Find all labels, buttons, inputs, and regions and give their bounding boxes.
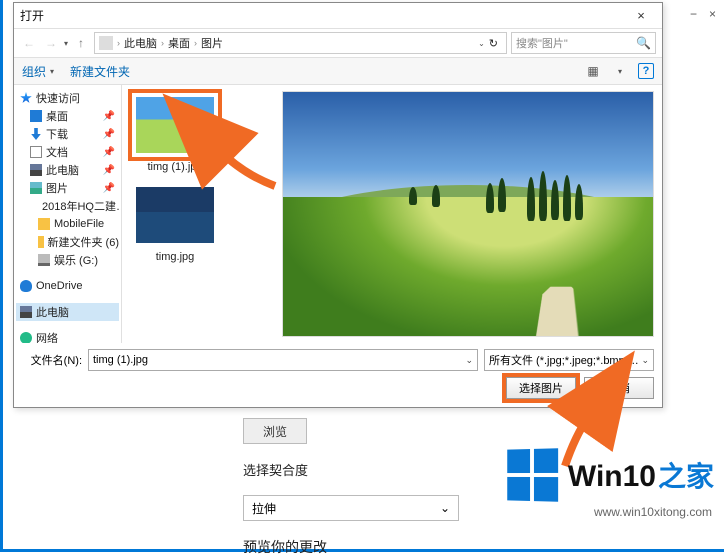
file-name: timg (1).jpg [130,161,220,173]
folder-tree[interactable]: 快速访问桌面 📌 下载 📌 文档 📌 此电脑 📌 图片 📌 2018年HQ二建… MobileFile… [14,85,122,343]
desktop-icon [30,110,42,122]
refresh-icon[interactable]: ↻ [489,37,498,50]
filename-label: 文件名(N): [22,352,82,368]
help-button[interactable]: ? [638,63,654,79]
pin-icon: 📌 [103,147,119,158]
crumb-dropdown-icon[interactable]: ⌄ [478,39,485,48]
tree-item-label: 娱乐 (G:) [54,252,98,268]
tree-item[interactable]: 桌面 📌 [16,107,119,125]
cancel-button[interactable]: 取消 [584,377,654,399]
parent-settings-panel: 浏览 选择契合度 拉伸 ⌄ 预览你的更改 [243,418,503,557]
tree-item[interactable]: OneDrive [16,277,119,295]
dialog-title: 打开 [20,7,626,24]
file-open-dialog: 打开 × ← → ▾ ↑ › 此电脑 › 桌面 › 图片 ⌄ ↻ 搜索"图片" … [13,2,663,408]
pc-icon [20,306,32,318]
windows-icon [507,448,558,501]
brand-url: www.win10xitong.com [594,505,712,519]
tree-item-label: 文档 [46,144,68,160]
chevron-down-icon: ⌄ [641,355,649,366]
pin-icon: 📌 [103,111,119,122]
outer-minimize-button[interactable]: − [690,7,697,21]
tree-item[interactable]: 此电脑 📌 [16,161,119,179]
tree-item[interactable]: MobileFile [16,215,119,233]
pin-icon: 📌 [103,165,119,176]
chevron-down-icon: ▾ [50,67,54,76]
filename-input[interactable]: timg (1).jpg ⌄ [88,349,478,371]
cloud-icon [20,280,32,292]
pin-icon: 📌 [103,183,119,194]
dl-icon [30,128,42,140]
preview-pane [282,85,662,343]
tree-item-label: 网络 [36,330,58,343]
tree-item-label: 桌面 [46,108,68,124]
search-input[interactable]: 搜索"图片" 🔍 [511,32,656,54]
chevron-down-icon: ⌄ [465,355,473,366]
watermark-logo: Win10之家 [506,449,714,501]
tree-item[interactable]: 此电脑 [16,303,119,321]
organize-menu[interactable]: 组织 ▾ [22,63,54,80]
preview-heading: 预览你的更改 [243,537,503,557]
nav-back-button[interactable]: ← [20,34,38,52]
doc-icon [30,146,42,158]
browse-button[interactable]: 浏览 [243,418,307,444]
fit-label: 选择契合度 [243,460,503,479]
dialog-close-button[interactable]: × [626,8,656,23]
crumb-pc[interactable]: 此电脑 [124,35,157,51]
pin-icon: 📌 [103,129,119,140]
tree-item-label: 下载 [46,126,68,142]
tree-item-label: 新建文件夹 (6) [48,234,120,250]
breadcrumb[interactable]: › 此电脑 › 桌面 › 图片 ⌄ ↻ [94,32,507,54]
tree-item[interactable]: 新建文件夹 (6) [16,233,119,251]
chevron-down-icon: ⌄ [440,501,450,515]
hdd-icon [38,254,50,266]
crumb-desktop[interactable]: 桌面 [168,35,190,51]
tree-item-label: 2018年HQ二建… [42,198,122,214]
view-mode-button[interactable]: ▦ [584,64,602,78]
tree-item[interactable]: 图片 📌 [16,179,119,197]
outer-close-button[interactable]: × [709,7,716,21]
new-folder-button[interactable]: 新建文件夹 [70,63,130,80]
tree-item-label: 快速访问 [36,90,80,106]
brand-suffix: 之家 [658,455,714,495]
fold-icon [38,236,44,248]
filetype-value: 所有文件 (*.jpg;*.jpeg;*.bmp;*.… [489,352,641,368]
fit-value: 拉伸 [252,500,276,517]
pc-icon [30,164,42,176]
filename-value: timg (1).jpg [93,354,148,366]
fit-select[interactable]: 拉伸 ⌄ [243,495,459,521]
view-dropdown-icon[interactable]: ▾ [618,67,622,76]
fold-icon [38,218,50,230]
tree-item[interactable]: 2018年HQ二建… [16,197,119,215]
nav-forward-button[interactable]: → [42,34,60,52]
net-icon [20,332,32,343]
tree-item[interactable]: 下载 📌 [16,125,119,143]
img-icon [30,182,42,194]
file-thumbnail[interactable]: timg.jpg [130,183,220,263]
search-placeholder: 搜索"图片" [516,35,568,51]
file-list[interactable]: timg (1).jpg timg.jpg [122,85,282,343]
file-name: timg.jpg [130,251,220,263]
organize-label: 组织 [22,63,46,80]
tree-item-label: 此电脑 [36,304,69,320]
nav-history-dropdown[interactable]: ▾ [64,39,68,48]
image-icon [136,97,214,153]
image-icon [136,187,214,243]
crumb-pictures[interactable]: 图片 [201,35,223,51]
open-button[interactable]: 选择图片 [506,377,576,399]
star-icon [20,92,32,104]
tree-item[interactable]: 娱乐 (G:) [16,251,119,269]
tree-item-label: MobileFile [54,218,104,230]
pc-icon [99,36,113,50]
tree-item-label: OneDrive [36,280,82,292]
tree-item[interactable]: 快速访问 [16,89,119,107]
search-icon: 🔍 [636,36,651,50]
tree-item[interactable]: 网络 [16,329,119,343]
filetype-select[interactable]: 所有文件 (*.jpg;*.jpeg;*.bmp;*.… ⌄ [484,349,654,371]
tree-item[interactable]: 文档 📌 [16,143,119,161]
tree-item-label: 图片 [46,180,68,196]
nav-up-button[interactable]: ↑ [72,34,90,52]
brand-text: Win10 [568,460,656,494]
tree-item-label: 此电脑 [46,162,79,178]
file-thumbnail[interactable]: timg (1).jpg [130,93,220,173]
